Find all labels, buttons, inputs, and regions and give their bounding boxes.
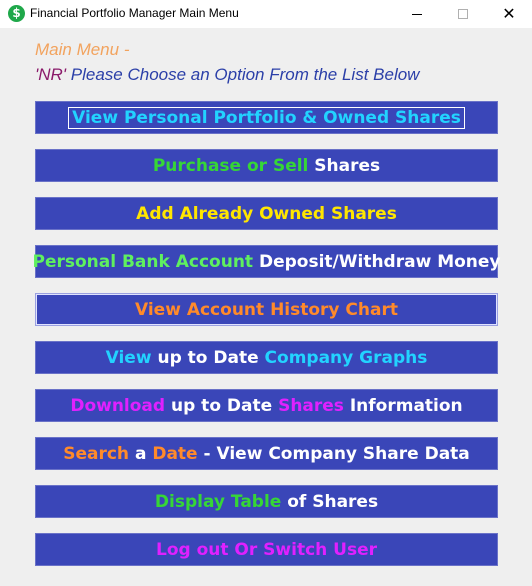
purchase-sell-button[interactable]: Purchase or Sell Shares bbox=[35, 149, 498, 182]
button-label-part: Company Graphs bbox=[264, 347, 428, 368]
minimize-button[interactable] bbox=[394, 0, 440, 28]
maximize-icon bbox=[458, 9, 468, 19]
view-portfolio-button[interactable]: View Personal Portfolio & Owned Shares bbox=[35, 101, 498, 134]
download-shares-button[interactable]: Download up to Date Shares Information bbox=[35, 389, 498, 422]
account-history-chart-button[interactable]: View Account History Chart bbox=[35, 293, 498, 326]
window-title: Financial Portfolio Manager Main Menu bbox=[30, 6, 239, 20]
close-icon: ✕ bbox=[502, 4, 516, 23]
button-label-part: - View Company Share Data bbox=[197, 443, 470, 464]
button-label-part: up to Date bbox=[165, 395, 279, 416]
button-label-part: of Shares bbox=[281, 491, 379, 512]
maximize-button[interactable] bbox=[440, 0, 486, 28]
title-bar: $ Financial Portfolio Manager Main Menu … bbox=[0, 0, 532, 28]
instruction-text: Please Choose an Option From the List Be… bbox=[66, 65, 420, 84]
instruction-heading: 'NR' Please Choose an Option From the Li… bbox=[35, 65, 419, 85]
button-label-part: Information bbox=[343, 395, 463, 416]
add-owned-shares-button[interactable]: Add Already Owned Shares bbox=[35, 197, 498, 230]
button-label: View Personal Portfolio & Owned Shares bbox=[72, 107, 461, 128]
button-label-part: Shares bbox=[278, 395, 344, 416]
button-label-part: up to Date bbox=[151, 347, 265, 368]
button-label-part: Display Table bbox=[154, 491, 282, 512]
button-label-part: Date bbox=[152, 443, 198, 464]
button-label-part: Purchase or Sell bbox=[152, 155, 309, 176]
search-date-button[interactable]: Search a Date - View Company Share Data bbox=[35, 437, 498, 470]
button-label: View Account History Chart bbox=[134, 299, 398, 320]
button-label: Add Already Owned Shares bbox=[136, 203, 397, 224]
button-label-part: Search bbox=[63, 443, 130, 464]
logout-switch-user-button[interactable]: Log out Or Switch User bbox=[35, 533, 498, 566]
button-label-part: Download bbox=[70, 395, 166, 416]
dollar-icon: $ bbox=[8, 5, 25, 22]
main-menu-heading: Main Menu - bbox=[35, 40, 130, 59]
button-label-part: View bbox=[105, 347, 152, 368]
close-button[interactable]: ✕ bbox=[486, 0, 532, 28]
minimize-icon bbox=[412, 13, 422, 15]
user-code: 'NR' bbox=[35, 65, 67, 84]
button-label: Log out Or Switch User bbox=[155, 539, 378, 560]
button-label-part: Personal Bank Account bbox=[32, 251, 254, 272]
focus-rectangle: View Personal Portfolio & Owned Shares bbox=[68, 106, 465, 129]
display-table-button[interactable]: Display Table of Shares bbox=[35, 485, 498, 518]
button-label-part: Shares bbox=[308, 155, 381, 176]
button-label-part: a bbox=[129, 443, 153, 464]
bank-account-button[interactable]: Personal Bank Account Deposit/Withdraw M… bbox=[32, 245, 501, 278]
company-graphs-button[interactable]: View up to Date Company Graphs bbox=[35, 341, 498, 374]
button-label-part: Deposit/Withdraw Money bbox=[253, 251, 501, 272]
